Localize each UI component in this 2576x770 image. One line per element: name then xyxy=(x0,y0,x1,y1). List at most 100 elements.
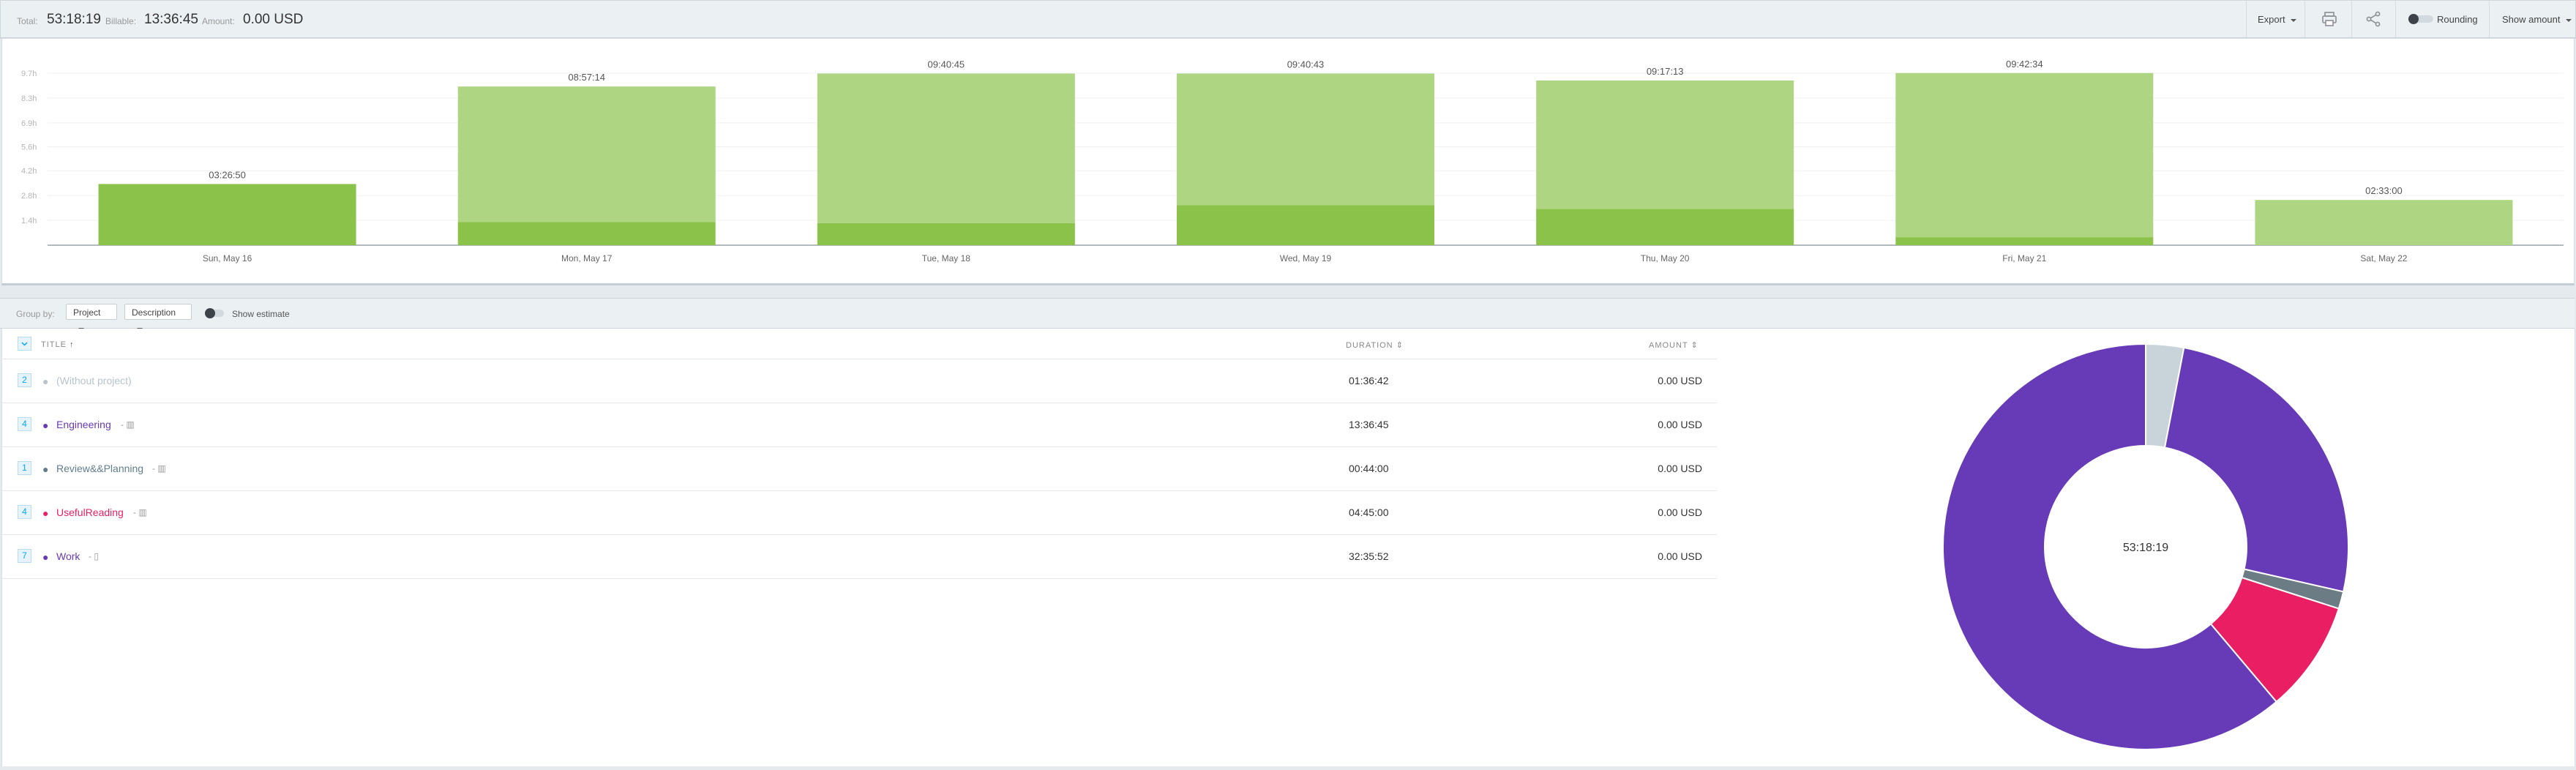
bar-total-label: 03:26:50 xyxy=(209,169,246,180)
entry-count-badge[interactable]: 4 xyxy=(18,505,31,519)
billable-label: Billable: xyxy=(105,16,137,26)
group-by-description-label: Description xyxy=(132,307,176,318)
rounding-label: Rounding xyxy=(2437,14,2478,25)
bar-segment-billable[interactable] xyxy=(457,222,716,245)
expand-all-button[interactable] xyxy=(18,337,31,351)
bar-total-label: 09:42:34 xyxy=(2006,59,2043,70)
amount-value: 0.00 USD xyxy=(1658,463,1702,474)
report-table: TITLE ↑ DURATION ⇕ AMOUNT ⇕ 2 ● (Without… xyxy=(1,329,1718,766)
amount-column-header[interactable]: AMOUNT ⇕ xyxy=(1649,340,1699,350)
y-tick-label: 1.4h xyxy=(21,217,37,225)
project-color-dot: ● xyxy=(42,375,49,387)
toolbar-separator xyxy=(2246,1,2247,37)
chevron-down-icon xyxy=(2565,18,2572,22)
project-name[interactable]: Review&&Planning xyxy=(56,463,143,474)
table-row[interactable]: 4 ● Engineering - ▥ 13:36:45 0.00 USD xyxy=(2,403,1717,447)
bar-segment-billable[interactable] xyxy=(1536,209,1794,245)
billable-value: 13:36:45 xyxy=(144,12,198,27)
x-tick-label: Tue, May 18 xyxy=(922,253,971,263)
bar-segment-billable[interactable] xyxy=(817,223,1075,245)
rounding-toggle[interactable] xyxy=(2408,14,2433,28)
table-row[interactable]: 2 ● (Without project) 01:36:42 0.00 USD xyxy=(2,359,1717,403)
duration-column-header[interactable]: DURATION ⇕ xyxy=(1346,340,1404,350)
bar-total-label: 09:17:13 xyxy=(1647,66,1684,77)
bar-segment-non-billable[interactable] xyxy=(1536,80,1794,209)
duration-value: 13:36:45 xyxy=(1349,419,1389,430)
group-by-description-select[interactable]: Description xyxy=(124,304,192,331)
amount-value: 0.00 USD xyxy=(243,12,304,27)
show-estimate-toggle[interactable] xyxy=(205,308,224,322)
show-amount-dropdown[interactable]: Show amount xyxy=(2502,14,2572,25)
project-name[interactable]: (Without project) xyxy=(56,375,132,386)
project-name[interactable]: Engineering xyxy=(56,419,111,430)
client-icon: - ▯ xyxy=(89,551,99,561)
client-icon: - ▥ xyxy=(152,463,166,474)
export-dropdown[interactable]: Export xyxy=(2258,14,2296,25)
amount-label: Amount: xyxy=(202,16,235,26)
duration-value: 32:35:52 xyxy=(1349,550,1389,562)
bar-chart-card: 1.4h 2.8h 4.2h 5.6h 6.9h 8.3h 9.7h 03:26:50 Sun,… xyxy=(1,38,2575,285)
donut-slice[interactable] xyxy=(2163,346,2349,593)
project-color-dot: ● xyxy=(42,463,49,475)
bar-segment-non-billable[interactable] xyxy=(457,86,716,223)
bar-segment-non-billable[interactable] xyxy=(817,73,1075,223)
group-by-project-label: Project xyxy=(73,307,101,318)
chevron-down-icon xyxy=(21,342,28,346)
show-amount-label: Show amount xyxy=(2502,14,2561,25)
total-label: Total: xyxy=(17,16,38,26)
total-value: 53:18:19 xyxy=(47,12,101,27)
x-tick-label: Wed, May 19 xyxy=(1280,253,1332,263)
bar-segment-billable[interactable] xyxy=(98,184,356,245)
toolbar-separator xyxy=(2304,1,2305,37)
y-tick-label: 9.7h xyxy=(21,70,37,78)
table-header: TITLE ↑ DURATION ⇕ AMOUNT ⇕ xyxy=(2,329,1717,359)
project-donut-chart: 53:18:19 xyxy=(1942,343,2349,750)
bar-segment-billable[interactable] xyxy=(1895,237,2154,245)
group-by-bar: Group by: Project Description Show estim… xyxy=(0,298,2575,331)
toolbar-separator xyxy=(2489,1,2490,37)
project-color-dot: ● xyxy=(42,419,49,431)
bar-total-label: 09:40:45 xyxy=(928,59,965,70)
y-tick-label: 2.8h xyxy=(21,192,37,201)
duration-value: 01:36:42 xyxy=(1349,375,1389,386)
entry-count-badge[interactable]: 7 xyxy=(18,549,31,563)
table-row[interactable]: 7 ● Work - ▯ 32:35:52 0.00 USD xyxy=(2,535,1717,579)
export-label: Export xyxy=(2258,14,2285,25)
duration-value: 04:45:00 xyxy=(1349,507,1389,518)
daily-bar-chart: 1.4h 2.8h 4.2h 5.6h 6.9h 8.3h 9.7h 03:26:50 Sun,… xyxy=(21,59,2564,263)
chevron-down-icon xyxy=(2290,18,2296,22)
y-tick-label: 6.9h xyxy=(21,119,37,128)
x-tick-label: Thu, May 20 xyxy=(1641,253,1690,263)
printer-icon[interactable] xyxy=(2321,10,2338,31)
x-tick-label: Mon, May 17 xyxy=(561,253,613,263)
amount-value: 0.00 USD xyxy=(1658,419,1702,430)
amount-value: 0.00 USD xyxy=(1658,375,1702,386)
bar-segment-non-billable[interactable] xyxy=(1895,72,2154,238)
entry-count-badge[interactable]: 2 xyxy=(18,373,31,387)
y-tick-label: 5.6h xyxy=(21,143,37,152)
bar-segment-non-billable[interactable] xyxy=(2255,200,2513,245)
project-name[interactable]: Work xyxy=(56,550,80,562)
entry-count-badge[interactable]: 4 xyxy=(18,417,31,431)
bar-segment-billable[interactable] xyxy=(1177,205,1434,245)
y-tick-label: 4.2h xyxy=(21,167,37,176)
bar-total-label: 09:40:43 xyxy=(1287,59,1325,70)
title-column-header[interactable]: TITLE ↑ xyxy=(41,340,75,349)
y-tick-label: 8.3h xyxy=(21,94,37,103)
table-row[interactable]: 4 ● UsefulReading - ▥ 04:45:00 0.00 USD xyxy=(2,491,1717,535)
duration-value: 00:44:00 xyxy=(1349,463,1389,474)
share-icon[interactable] xyxy=(2365,10,2382,31)
bar-total-label: 08:57:14 xyxy=(568,72,605,83)
x-tick-label: Sat, May 22 xyxy=(2360,253,2407,263)
donut-center-total: 53:18:19 xyxy=(2123,542,2168,554)
x-tick-label: Sun, May 16 xyxy=(203,253,252,263)
entry-count-badge[interactable]: 1 xyxy=(18,461,31,475)
table-row[interactable]: 1 ● Review&&Planning - ▥ 00:44:00 0.00 U… xyxy=(2,447,1717,491)
project-name[interactable]: UsefulReading xyxy=(56,507,124,518)
amount-value: 0.00 USD xyxy=(1658,507,1702,518)
group-by-project-select[interactable]: Project xyxy=(66,304,117,331)
client-icon: - ▥ xyxy=(133,507,147,517)
summary-bar: Total: 53:18:19 Billable: 13:36:45 Amoun… xyxy=(0,0,2576,39)
bar-total-label: 02:33:00 xyxy=(2365,185,2403,196)
bar-segment-non-billable[interactable] xyxy=(1177,73,1434,206)
